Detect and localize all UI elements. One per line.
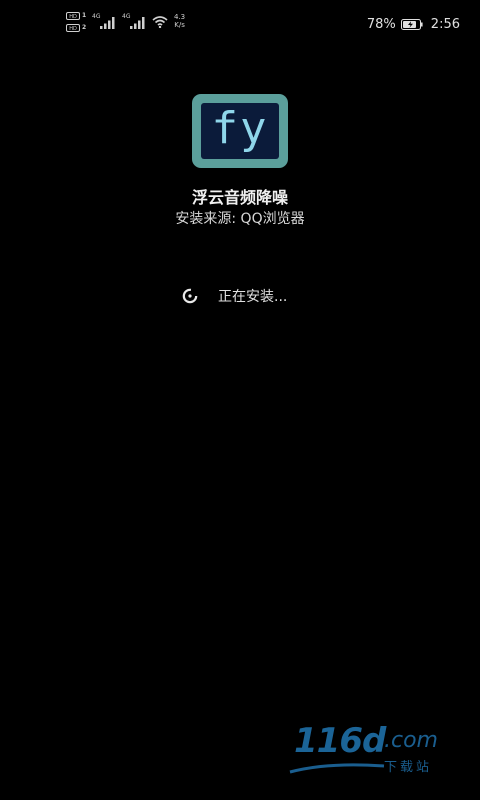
watermark-suffix: .com [384,728,438,753]
app-icon: fy [192,94,288,168]
battery-percent: 78% [366,16,396,32]
app-icon-label: fy [211,103,269,154]
watermark-swoosh-icon [289,763,385,774]
battery-charging-icon [400,18,423,30]
signal-icon [130,17,145,29]
hd-badge-sim1: HD [66,12,80,20]
status-bar: HD 1 HD 2 4G 4G 4.3 K/s 78% 2:56 [0,0,480,46]
install-source: 安装来源: QQ浏览器 [175,211,305,227]
hd-badge-sim2: HD [66,24,80,32]
watermark-sub: 下载站 [384,760,433,775]
loading-spinner-icon [182,288,198,304]
network-speed-unit: K/s [174,21,185,29]
sim2-slot: 2 [82,24,87,31]
install-status: 正在安装... [182,286,287,306]
install-status-text: 正在安装... [218,289,288,305]
network-speed-value: 4.3 [174,13,186,21]
clock: 2:56 [430,16,460,32]
wifi-icon [152,16,168,28]
watermark-logo: 116d .com 下载站 [288,722,468,782]
signal-icon [100,17,115,29]
watermark-main: 116d [294,721,386,761]
app-icon-screen: fy [201,103,279,159]
app-name: 浮云音频降噪 [191,188,288,207]
network-speed: 4.3 K/s [174,13,185,29]
sim1-slot: 1 [82,12,87,19]
status-bar-right: 78% 2:56 [367,14,460,34]
